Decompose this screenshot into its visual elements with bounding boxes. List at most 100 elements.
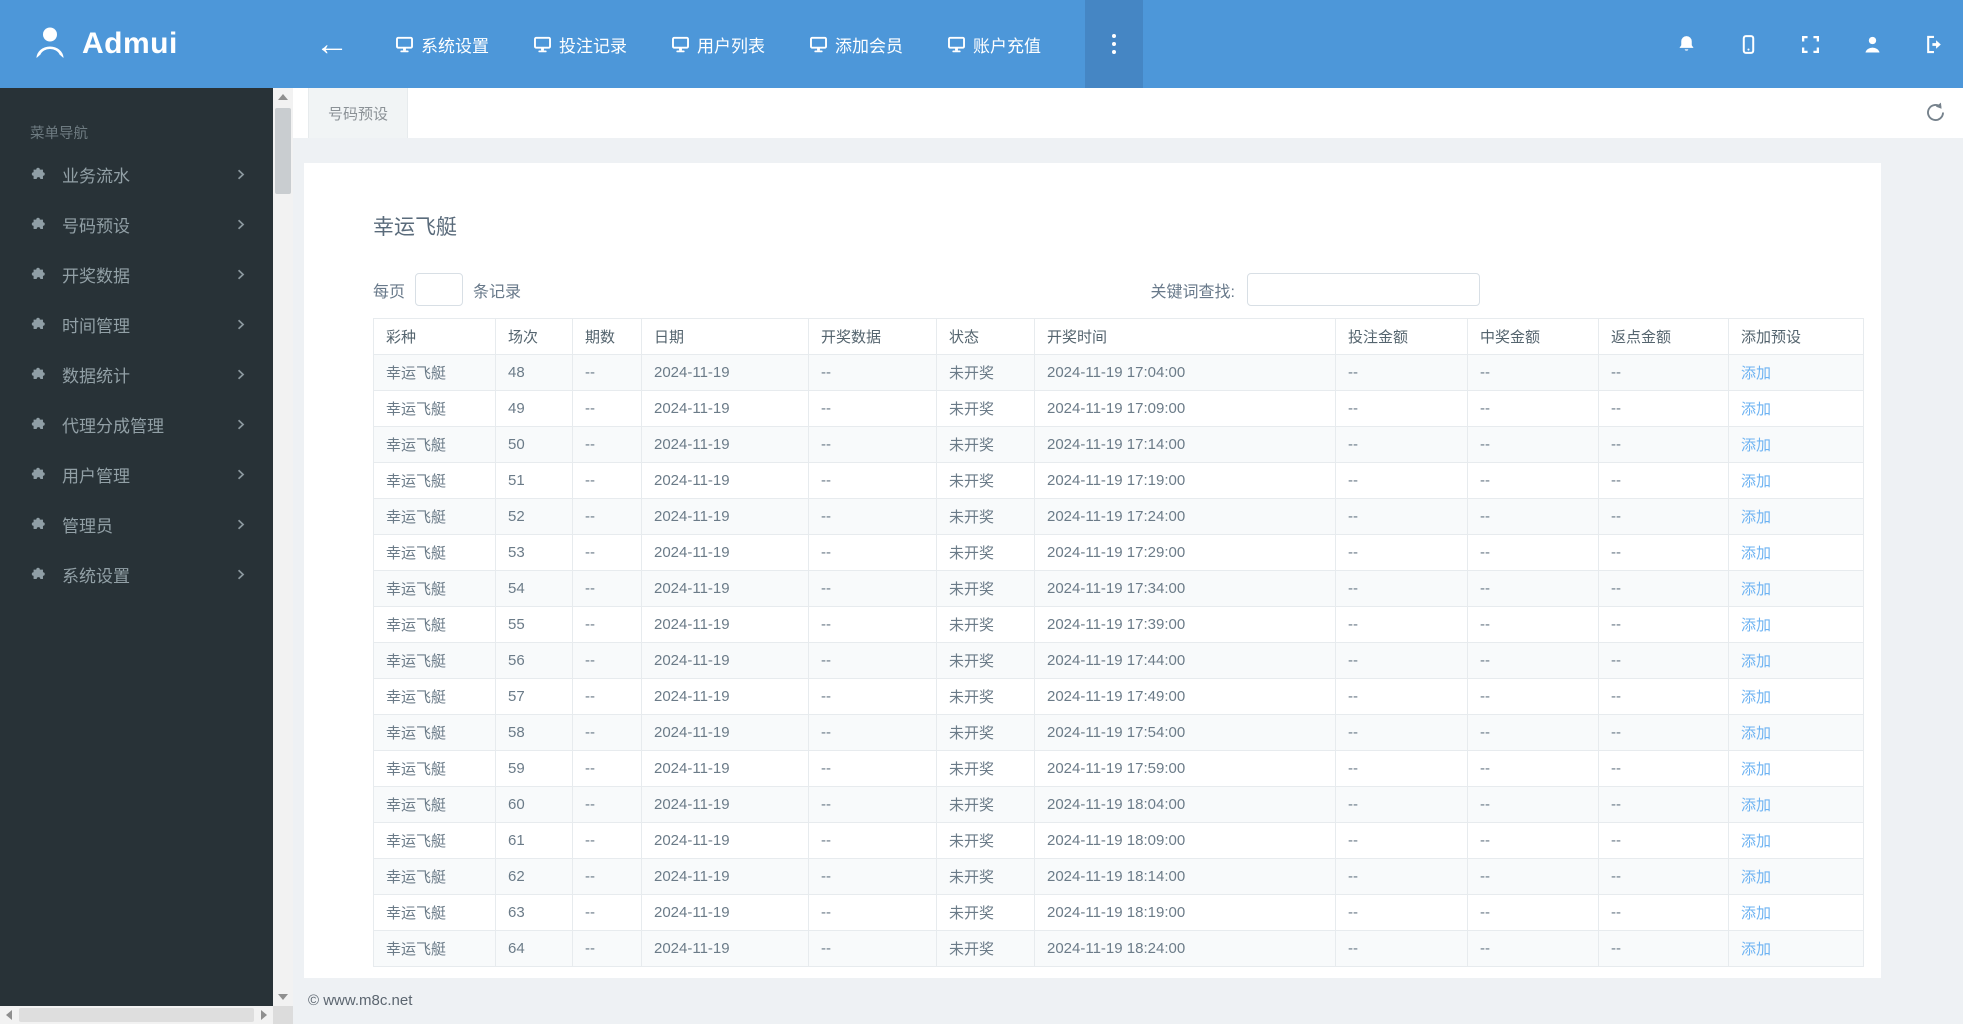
footer-copyright: © www.m8c.net [308,992,413,1009]
sidebar-item-7[interactable]: 管理员 [0,499,273,549]
table-row: 幸运飞艇 48 -- 2024-11-19 -- 未开奖 2024-11-19 17:04:… [373,354,1864,391]
add-preset-link[interactable]: 添加 [1741,365,1771,382]
nav-item-label: 投注记录 [559,36,627,56]
sidebar-item-label: 数据统计 [62,366,130,386]
sidebar-item-label: 时间管理 [62,316,130,336]
add-preset-link[interactable]: 添加 [1741,617,1771,634]
chevron-right-icon [237,569,245,579]
sidebar-item-1[interactable]: 号码预设 [0,199,273,249]
puzzle-icon [31,217,45,229]
nav-item-account-recharge[interactable]: 账户充值 [947,32,1041,57]
sidebar-item-0[interactable]: 业务流水 [0,149,273,199]
sidebar-menu: 业务流水 号码预设 开奖数据 时间管理 数据统计 代理分成管理 用户管理 管理员 [0,149,273,599]
per-page-suffix-label: 条记录 [473,283,522,301]
add-preset-link[interactable]: 添加 [1741,581,1771,598]
keyword-search-input[interactable] [1247,273,1480,306]
add-preset-link[interactable]: 添加 [1741,869,1771,886]
add-preset-link[interactable]: 添加 [1741,905,1771,922]
sidebar-item-2[interactable]: 开奖数据 [0,249,273,299]
nav-item-system-settings[interactable]: 系统设置 [395,32,489,57]
add-preset-link[interactable]: 添加 [1741,725,1771,742]
col-draw-data: 开奖数据 [808,318,937,355]
add-preset-link[interactable]: 添加 [1741,437,1771,454]
sidebar-item-label: 号码预设 [62,216,130,236]
table-row: 幸运飞艇 60 -- 2024-11-19 -- 未开奖 2024-11-19 18:04:… [373,786,1864,823]
puzzle-icon [31,367,45,379]
col-date: 日期 [641,318,809,355]
col-bet-amount: 投注金额 [1335,318,1468,355]
table-row: 幸运飞艇 64 -- 2024-11-19 -- 未开奖 2024-11-19 18:24:… [373,930,1864,967]
chevron-right-icon [237,169,245,179]
sidebar-item-8[interactable]: 系统设置 [0,549,273,599]
col-add-preset: 添加预设 [1728,318,1864,355]
puzzle-icon [31,467,45,479]
tab-number-preset[interactable]: 号码预设 [308,88,408,138]
table-row: 幸运飞艇 53 -- 2024-11-19 -- 未开奖 2024-11-19 17:29:… [373,534,1864,571]
col-rebate-amount: 返点金额 [1598,318,1729,355]
add-preset-link[interactable]: 添加 [1741,545,1771,562]
vertical-dots-icon [1112,34,1116,38]
monitor-icon [810,36,827,52]
scroll-down-arrow[interactable] [273,988,293,1006]
add-preset-link[interactable]: 添加 [1741,401,1771,418]
top-navbar: Admui ← 系统设置 投注记录 用户列表 添加会员 账户充值 [0,0,1963,88]
table-row: 幸运飞艇 54 -- 2024-11-19 -- 未开奖 2024-11-19 17:34:… [373,570,1864,607]
monitor-icon [534,36,551,52]
brand-logo[interactable]: Admui [0,0,273,88]
monitor-icon [672,36,689,52]
bell-icon[interactable] [1676,34,1697,55]
nav-item-label: 账户充值 [973,36,1041,56]
col-status: 状态 [936,318,1035,355]
nav-item-label: 添加会员 [835,36,903,56]
puzzle-icon [31,417,45,429]
sidebar-item-4[interactable]: 数据统计 [0,349,273,399]
logout-icon[interactable] [1924,34,1945,55]
table-row: 幸运飞艇 52 -- 2024-11-19 -- 未开奖 2024-11-19 17:24:… [373,498,1864,535]
nav-item-user-list[interactable]: 用户列表 [671,32,765,57]
col-lottery: 彩种 [373,318,496,355]
sidebar-item-6[interactable]: 用户管理 [0,449,273,499]
tab-label: 号码预设 [327,105,388,123]
content-area: 幸运飞艇 每页 条记录 关键词查找: 彩种 场次 期数 日期 开奖数据 状态 开… [293,138,1963,1024]
table-header-row: 彩种 场次 期数 日期 开奖数据 状态 开奖时间 投注金额 中奖金额 返点金额 … [373,318,1864,355]
horizontal-scrollbar-thumb[interactable] [19,1008,254,1022]
scroll-left-arrow[interactable] [0,1006,18,1024]
vertical-scrollbar[interactable] [273,88,293,1006]
add-preset-link[interactable]: 添加 [1741,797,1771,814]
more-menu-button[interactable] [1085,0,1143,88]
scroll-up-arrow[interactable] [273,88,293,106]
puzzle-icon [31,267,45,279]
add-preset-link[interactable]: 添加 [1741,761,1771,778]
per-page-prefix-label: 每页 [373,283,406,301]
sidebar-item-5[interactable]: 代理分成管理 [0,399,273,449]
sidebar-item-label: 开奖数据 [62,266,130,286]
add-preset-link[interactable]: 添加 [1741,833,1771,850]
add-preset-link[interactable]: 添加 [1741,653,1771,670]
refresh-icon[interactable] [1924,101,1947,129]
table-row: 幸运飞艇 59 -- 2024-11-19 -- 未开奖 2024-11-19 17:59:… [373,750,1864,787]
sidebar-item-label: 用户管理 [62,466,130,486]
table-body: 幸运飞艇 48 -- 2024-11-19 -- 未开奖 2024-11-19 17:04:… [373,354,1864,967]
table-row: 幸运飞艇 51 -- 2024-11-19 -- 未开奖 2024-11-19 17:19:… [373,462,1864,499]
vertical-scrollbar-thumb[interactable] [275,108,291,194]
main-area: 号码预设 幸运飞艇 每页 条记录 关键词查找: 彩种 场次 期数 日期 开奖数据… [293,88,1963,1024]
sidebar-item-3[interactable]: 时间管理 [0,299,273,349]
nav-item-label: 系统设置 [421,36,489,56]
user-icon[interactable] [1862,34,1883,55]
chevron-right-icon [237,219,245,229]
horizontal-scrollbar[interactable] [0,1006,273,1024]
per-page-input[interactable] [415,273,464,306]
back-arrow-icon[interactable]: ← [315,27,349,61]
add-preset-link[interactable]: 添加 [1741,941,1771,958]
nav-item-bet-records[interactable]: 投注记录 [533,32,627,57]
table-row: 幸运飞艇 56 -- 2024-11-19 -- 未开奖 2024-11-19 17:44:… [373,642,1864,679]
nav-item-add-member[interactable]: 添加会员 [809,32,903,57]
scroll-right-arrow[interactable] [255,1006,273,1024]
table-row: 幸运飞艇 50 -- 2024-11-19 -- 未开奖 2024-11-19 17:14:… [373,426,1864,463]
add-preset-link[interactable]: 添加 [1741,689,1771,706]
puzzle-icon [31,567,45,579]
add-preset-link[interactable]: 添加 [1741,473,1771,490]
mobile-icon[interactable] [1738,34,1759,55]
add-preset-link[interactable]: 添加 [1741,509,1771,526]
fullscreen-icon[interactable] [1800,34,1821,55]
